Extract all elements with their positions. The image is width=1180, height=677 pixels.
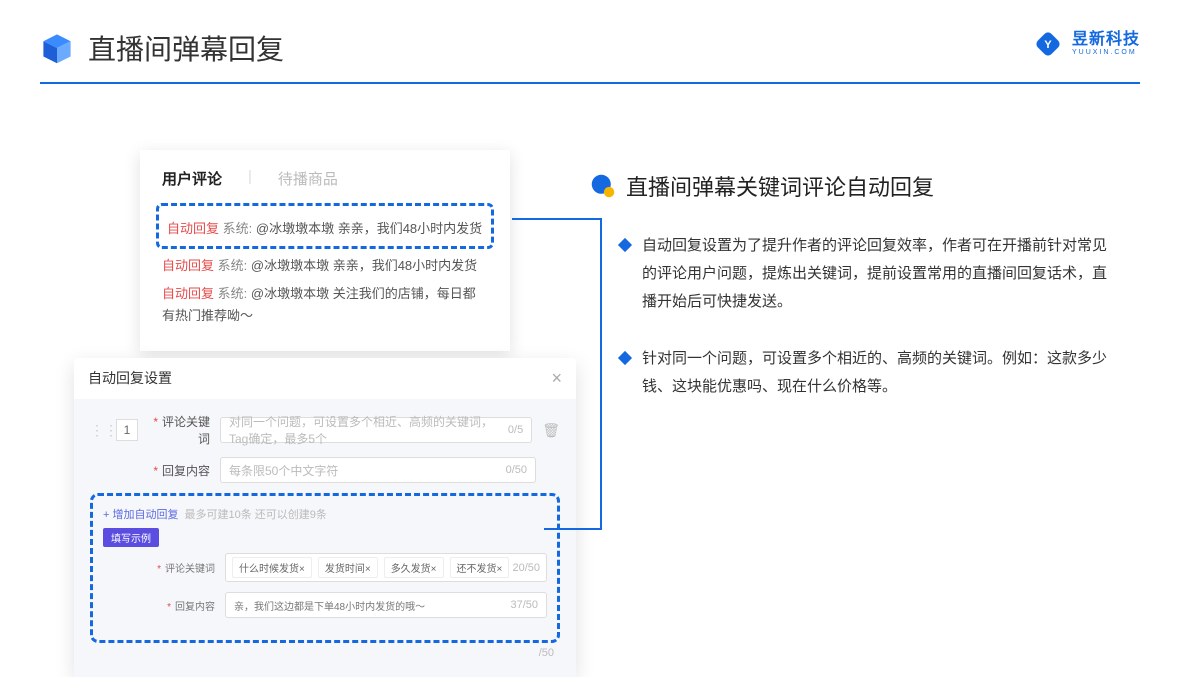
logo-cn: 昱新科技	[1072, 31, 1140, 49]
keyword-tag: 什么时候发货×	[232, 557, 312, 578]
keyword-row: ⋮⋮ 1 *评论关键词 对同一个问题，可设置多个相近、高频的关键词，Tag确定，…	[90, 413, 560, 447]
close-icon[interactable]: ×	[551, 368, 562, 389]
modal-body: ⋮⋮ 1 *评论关键词 对同一个问题，可设置多个相近、高频的关键词，Tag确定，…	[74, 399, 576, 677]
modal-title: 自动回复设置	[88, 368, 172, 389]
example-highlight: + 增加自动回复最多可建10条 还可以创建9条 填写示例 *评论关键词 什么时候…	[90, 493, 560, 643]
add-rule-link[interactable]: + 增加自动回复最多可建10条 还可以创建9条	[103, 506, 547, 522]
tab-separator: |	[248, 168, 252, 189]
drag-handle-icon[interactable]: ⋮⋮	[90, 422, 106, 439]
comments-panel: 用户评论 | 待播商品 自动回复 系统: @冰墩墩本墩 亲亲，我们48小时内发货…	[140, 150, 510, 351]
comment-row: 自动回复 系统: @冰墩墩本墩 亲亲，我们48小时内发货	[167, 218, 483, 240]
example-tags: 什么时候发货×发货时间×多久发货×还不发货×20/50	[225, 553, 547, 582]
keyword-tag: 发货时间×	[318, 557, 378, 578]
diamond-bullet-icon	[618, 238, 632, 252]
logo-en: YUUXIN.COM	[1072, 49, 1140, 57]
example-reply-row: *回复内容 亲，我们这边都是下单48小时内发货的哦～37/50	[103, 592, 547, 618]
panel-tabs: 用户评论 | 待播商品	[162, 168, 488, 189]
reply-label: *回复内容	[148, 462, 210, 479]
keyword-input[interactable]: 对同一个问题，可设置多个相近、高频的关键词，Tag确定，最多5个0/5	[220, 417, 532, 443]
cube-icon	[40, 31, 74, 65]
bullet-text: 自动回复设置为了提升作者的评论回复效率，作者可在开播前针对常见的评论用户问题，提…	[642, 232, 1120, 315]
auto-label: 自动回复	[167, 221, 219, 236]
page-header: 直播间弹幕回复 Y 昱新科技 YUUXIN.COM	[40, 28, 1140, 84]
bullet-2: 针对同一个问题，可设置多个相近的、高频的关键词。例如：这款多少钱、这块能优惠吗、…	[590, 345, 1120, 401]
svg-text:Y: Y	[1044, 39, 1052, 51]
modal-header: 自动回复设置 ×	[74, 358, 576, 399]
tab-products[interactable]: 待播商品	[278, 168, 338, 189]
highlighted-comment: 自动回复 系统: @冰墩墩本墩 亲亲，我们48小时内发货	[156, 203, 494, 249]
section-subtitle: 直播间弹幕关键词评论自动回复	[590, 170, 1120, 202]
comment-text: @冰墩墩本墩 亲亲，我们48小时内发货	[256, 221, 482, 236]
settings-modal: 自动回复设置 × ⋮⋮ 1 *评论关键词 对同一个问题，可设置多个相近、高频的关…	[74, 358, 576, 677]
bullet-text: 针对同一个问题，可设置多个相近的、高频的关键词。例如：这款多少钱、这块能优惠吗、…	[642, 345, 1120, 401]
title-text: 直播间弹幕回复	[88, 28, 284, 68]
example-reply: 亲，我们这边都是下单48小时内发货的哦～37/50	[225, 592, 547, 618]
reply-row: *回复内容 每条限50个中文字符0/50	[90, 457, 560, 483]
example-kw-row: *评论关键词 什么时候发货×发货时间×多久发货×还不发货×20/50	[103, 553, 547, 582]
reply-input[interactable]: 每条限50个中文字符0/50	[220, 457, 536, 483]
page-title: 直播间弹幕回复	[40, 28, 1140, 68]
subtitle-text: 直播间弹幕关键词评论自动回复	[626, 170, 934, 202]
bullet-1: 自动回复设置为了提升作者的评论回复效率，作者可在开播前针对常见的评论用户问题，提…	[590, 232, 1120, 315]
example-pill: 填写示例	[103, 528, 159, 547]
keyword-label: *评论关键词	[148, 413, 210, 447]
tab-comments[interactable]: 用户评论	[162, 168, 222, 189]
right-column: 直播间弹幕关键词评论自动回复 自动回复设置为了提升作者的评论回复效率，作者可在开…	[590, 170, 1120, 431]
brand-logo: Y 昱新科技 YUUXIN.COM	[1032, 28, 1140, 60]
header-divider	[40, 82, 1140, 84]
logo-diamond-icon: Y	[1032, 28, 1064, 60]
chat-bubble-icon	[590, 173, 616, 199]
connector-line	[544, 528, 602, 530]
trailing-count: /50	[90, 647, 560, 659]
connector-line	[512, 218, 602, 220]
keyword-tag: 多久发货×	[384, 557, 444, 578]
sys-label: 系统:	[223, 221, 253, 236]
comment-row: 自动回复 系统: @冰墩墩本墩 亲亲，我们48小时内发货	[162, 255, 488, 277]
keyword-tag: 还不发货×	[450, 557, 510, 578]
delete-icon[interactable]: 🗑	[542, 422, 560, 439]
comment-row: 自动回复 系统: @冰墩墩本墩 关注我们的店铺，每日都有热门推荐呦～	[162, 283, 488, 327]
rule-index: 1	[116, 419, 138, 441]
diamond-bullet-icon	[618, 351, 632, 365]
